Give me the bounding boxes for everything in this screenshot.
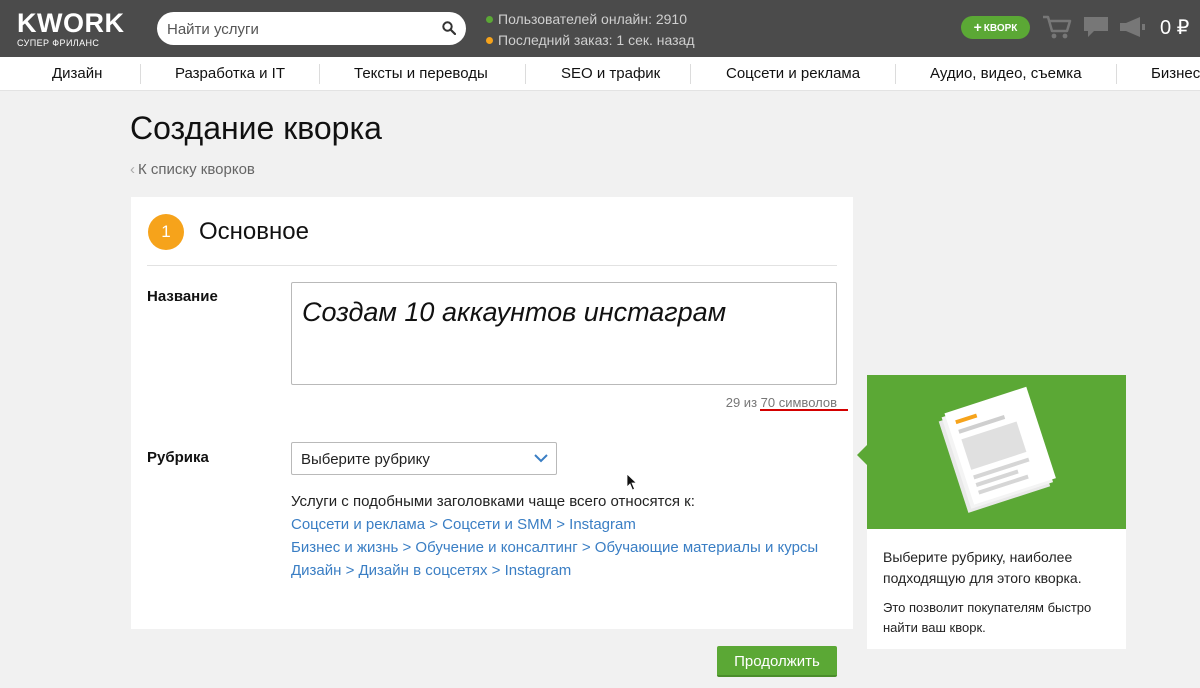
suggested-rubric-link[interactable]: Соцсети и реклама > Соцсети и SMM > Inst… bbox=[291, 516, 636, 533]
balance[interactable]: 0 ₽ bbox=[1160, 15, 1189, 40]
order-dot-icon bbox=[486, 37, 493, 44]
rubric-hint: Услуги с подобными заголовками чаще всег… bbox=[291, 493, 695, 510]
category-nav: Дизайн Разработка и IT Тексты и переводы… bbox=[0, 57, 1200, 91]
logo-text: KWORK bbox=[17, 8, 125, 38]
search-input[interactable] bbox=[167, 18, 427, 40]
cart-icon[interactable] bbox=[1042, 14, 1072, 40]
category-divider bbox=[319, 64, 320, 84]
top-header: KWORK СУПЕР ФРИЛАНС Пользователей онлайн… bbox=[0, 0, 1200, 57]
category-design[interactable]: Дизайн bbox=[52, 65, 102, 82]
title-char-counter: 29 из 70 символов bbox=[726, 395, 837, 410]
add-kwork-label: КВОРК bbox=[983, 23, 1018, 34]
category-seo[interactable]: SEO и трафик bbox=[561, 65, 660, 82]
rubric-select[interactable]: Выберите рубрику bbox=[291, 442, 557, 475]
search-icon[interactable] bbox=[442, 21, 456, 35]
kwork-logo[interactable]: KWORK СУПЕР ФРИЛАНС bbox=[17, 9, 147, 48]
logo-subtitle: СУПЕР ФРИЛАНС bbox=[17, 38, 100, 48]
char-count-current: 29 из bbox=[725, 395, 758, 410]
name-label: Название bbox=[147, 288, 218, 305]
section-title: Основное bbox=[199, 218, 309, 245]
mouse-cursor-icon bbox=[626, 473, 638, 491]
add-kwork-button[interactable]: + КВОРК bbox=[961, 16, 1030, 39]
online-users-text: Пользователей онлайн: 2910 bbox=[498, 11, 687, 27]
rubric-tip-panel: Выберите рубрику, наиболее подходящую дл… bbox=[857, 375, 1126, 649]
last-order-text: Последний заказ: 1 сек. назад bbox=[498, 32, 695, 48]
category-business[interactable]: Бизнес bbox=[1151, 65, 1200, 82]
plus-icon: + bbox=[973, 19, 982, 35]
tip-text-main: Выберите рубрику, наиболее подходящую дл… bbox=[883, 549, 1082, 586]
document-illustration-icon bbox=[938, 386, 1056, 513]
messages-icon[interactable] bbox=[1083, 16, 1109, 38]
back-link-label: К списку кворков bbox=[138, 161, 255, 178]
tip-pointer-arrow bbox=[857, 445, 867, 465]
tip-text-secondary: Это позволит покупателям быстро найти ва… bbox=[883, 600, 1092, 635]
category-divider bbox=[1116, 64, 1117, 84]
category-divider bbox=[895, 64, 896, 84]
category-development[interactable]: Разработка и IT bbox=[175, 65, 285, 82]
megaphone-icon[interactable] bbox=[1118, 16, 1146, 38]
category-audio-video[interactable]: Аудио, видео, съемка bbox=[930, 65, 1082, 82]
continue-button[interactable]: Продолжить bbox=[717, 646, 837, 677]
category-texts[interactable]: Тексты и переводы bbox=[354, 65, 488, 82]
basic-info-card: 1 Основное Название Создам 10 аккаунтов … bbox=[131, 197, 853, 629]
step-number-badge: 1 bbox=[148, 214, 184, 250]
tip-illustration-area bbox=[867, 375, 1126, 529]
category-social[interactable]: Соцсети и реклама bbox=[726, 65, 860, 82]
online-dot-icon bbox=[486, 16, 493, 23]
rubric-label: Рубрика bbox=[147, 449, 209, 466]
suggested-rubric-link[interactable]: Бизнес и жизнь > Обучение и консалтинг >… bbox=[291, 539, 818, 556]
last-order-status: Последний заказ: 1 сек. назад bbox=[486, 32, 695, 48]
suggested-rubric-link[interactable]: Дизайн > Дизайн в соцсетях > Instagram bbox=[291, 562, 571, 579]
char-count-max: 70 символов bbox=[760, 395, 837, 410]
kwork-title-input[interactable]: Создам 10 аккаунтов инстаграм bbox=[291, 282, 837, 385]
online-users-status: Пользователей онлайн: 2910 bbox=[486, 11, 687, 27]
chevron-down-icon bbox=[534, 454, 548, 463]
category-divider bbox=[525, 64, 526, 84]
red-underline-annotation bbox=[760, 409, 848, 411]
page-title: Создание кворка bbox=[130, 110, 382, 146]
back-link[interactable]: ‹ К списку кворков bbox=[130, 161, 255, 178]
section-divider bbox=[147, 265, 837, 266]
category-divider bbox=[690, 64, 691, 84]
search-bar bbox=[157, 12, 466, 45]
rubric-select-value: Выберите рубрику bbox=[301, 451, 430, 468]
category-divider bbox=[140, 64, 141, 84]
chevron-left-icon: ‹ bbox=[130, 161, 135, 178]
